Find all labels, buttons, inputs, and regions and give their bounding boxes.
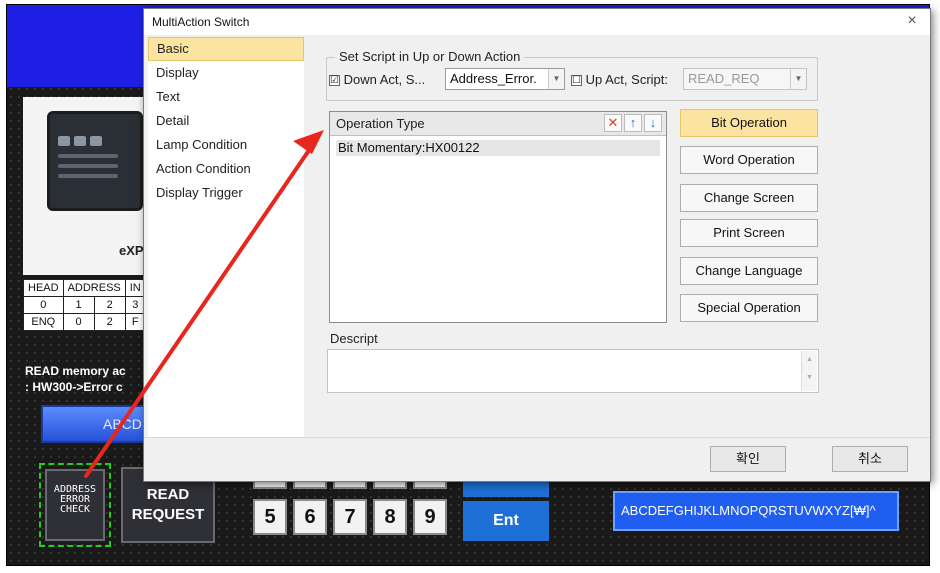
ok-button[interactable]: 확인 <box>710 446 786 472</box>
operation-list: Operation Type ✕ ↑ ↓ Bit Momentary:HX001… <box>329 111 667 323</box>
switch-label-line: REQUEST <box>131 506 205 523</box>
keypad-key[interactable]: 5 <box>253 499 287 535</box>
alphabet-input-bar[interactable]: ABCDEFGHIJKLMNOPQRSTUVWXYZ[₩]^ <box>613 491 899 531</box>
table-cell: HEAD <box>23 279 64 297</box>
keypad-key[interactable]: 7 <box>333 499 367 535</box>
table-cell: 0 <box>62 313 95 331</box>
address-error-check-face: ADDRESS ERROR CHECK <box>45 469 105 541</box>
table-cell: 1 <box>62 296 95 314</box>
category-item-text[interactable]: Text <box>148 85 304 109</box>
down-act-checkbox[interactable]: ☑ <box>329 75 340 87</box>
up-act-row: ☐ Up Act, Script: <box>571 72 668 87</box>
device-screen <box>47 111 143 211</box>
chevron-down-icon: ▼ <box>790 69 806 89</box>
dialog-title: MultiAction Switch <box>152 15 250 29</box>
special-operation-button[interactable]: Special Operation <box>680 294 818 322</box>
down-act-row: ☑ Down Act, S... <box>329 72 425 87</box>
bit-operation-button[interactable]: Bit Operation <box>680 109 818 137</box>
down-script-select[interactable]: Address_Error. ▼ <box>445 68 565 90</box>
category-item-action-condition[interactable]: Action Condition <box>148 157 304 181</box>
table-cell: 2 <box>93 313 126 331</box>
descript-scrollbar[interactable]: ▲ ▼ <box>801 351 817 391</box>
keypad-key[interactable]: 6 <box>293 499 327 535</box>
read-desc-line: READ memory ac <box>25 364 126 378</box>
up-script-select[interactable]: READ_REQ ▼ <box>683 68 807 90</box>
arrow-up-icon[interactable]: ↑ <box>624 114 642 132</box>
arrow-down-icon[interactable]: ↓ <box>644 114 662 132</box>
read-description: READ memory ac : HW300->Error c <box>25 363 126 395</box>
table-cell: 0 <box>23 296 64 314</box>
keypad-key[interactable]: 8 <box>373 499 407 535</box>
category-item-display-trigger[interactable]: Display Trigger <box>148 181 304 205</box>
descript-label: Descript <box>330 331 378 346</box>
read-desc-line: : HW300->Error c <box>25 380 123 394</box>
address-error-check-switch[interactable]: ADDRESS ERROR CHECK <box>39 463 111 547</box>
category-item-display[interactable]: Display <box>148 61 304 85</box>
chevron-down-icon: ▼ <box>548 69 564 89</box>
switch-label-line: READ <box>146 486 190 503</box>
descript-textarea[interactable]: ▲ ▼ <box>327 349 819 393</box>
table-cell: 2 <box>93 296 126 314</box>
down-script-value: Address_Error. <box>450 71 537 86</box>
up-act-checkbox[interactable]: ☐ <box>571 75 582 87</box>
change-language-button[interactable]: Change Language <box>680 257 818 285</box>
up-act-label: Up Act, Script: <box>585 72 668 87</box>
protocol-table: HEAD ADDRESS IN 0 1 2 3 ENQ 0 2 F <box>23 279 146 331</box>
category-item-basic[interactable]: Basic <box>148 37 304 61</box>
up-script-value: READ_REQ <box>688 71 760 86</box>
operation-tools: ✕ ↑ ↓ <box>604 114 662 132</box>
operation-list-header: Operation Type ✕ ↑ ↓ <box>330 112 666 136</box>
switch-label-line: CHECK <box>59 504 91 515</box>
keypad-key[interactable]: 9 <box>413 499 447 535</box>
multiaction-switch-dialog: MultiAction Switch × Basic Display Text … <box>143 8 931 482</box>
table-cell: ADDRESS <box>62 279 126 297</box>
table-cell: ENQ <box>23 313 64 331</box>
operation-type-header: Operation Type <box>336 116 425 131</box>
print-screen-button[interactable]: Print Screen <box>680 219 818 247</box>
category-list: Basic Display Text Detail Lamp Condition… <box>148 37 304 437</box>
word-operation-button[interactable]: Word Operation <box>680 146 818 174</box>
category-item-lamp-condition[interactable]: Lamp Condition <box>148 133 304 157</box>
dialog-footer: 확인 취소 <box>144 437 930 481</box>
down-act-label: Down Act, S... <box>343 72 426 87</box>
close-icon[interactable]: × <box>904 13 920 30</box>
category-item-detail[interactable]: Detail <box>148 109 304 133</box>
cancel-button[interactable]: 취소 <box>832 446 908 472</box>
script-group: Set Script in Up or Down Action ☑ Down A… <box>326 49 818 101</box>
device-image: eXP6 <box>23 97 163 275</box>
script-group-legend: Set Script in Up or Down Action <box>335 49 525 64</box>
keypad-enter-key[interactable]: Ent <box>463 501 549 541</box>
dialog-title-bar: MultiAction Switch <box>144 9 930 35</box>
delete-icon[interactable]: ✕ <box>604 114 622 132</box>
change-screen-button[interactable]: Change Screen <box>680 184 818 212</box>
list-item[interactable]: Bit Momentary:HX00122 <box>336 140 660 156</box>
